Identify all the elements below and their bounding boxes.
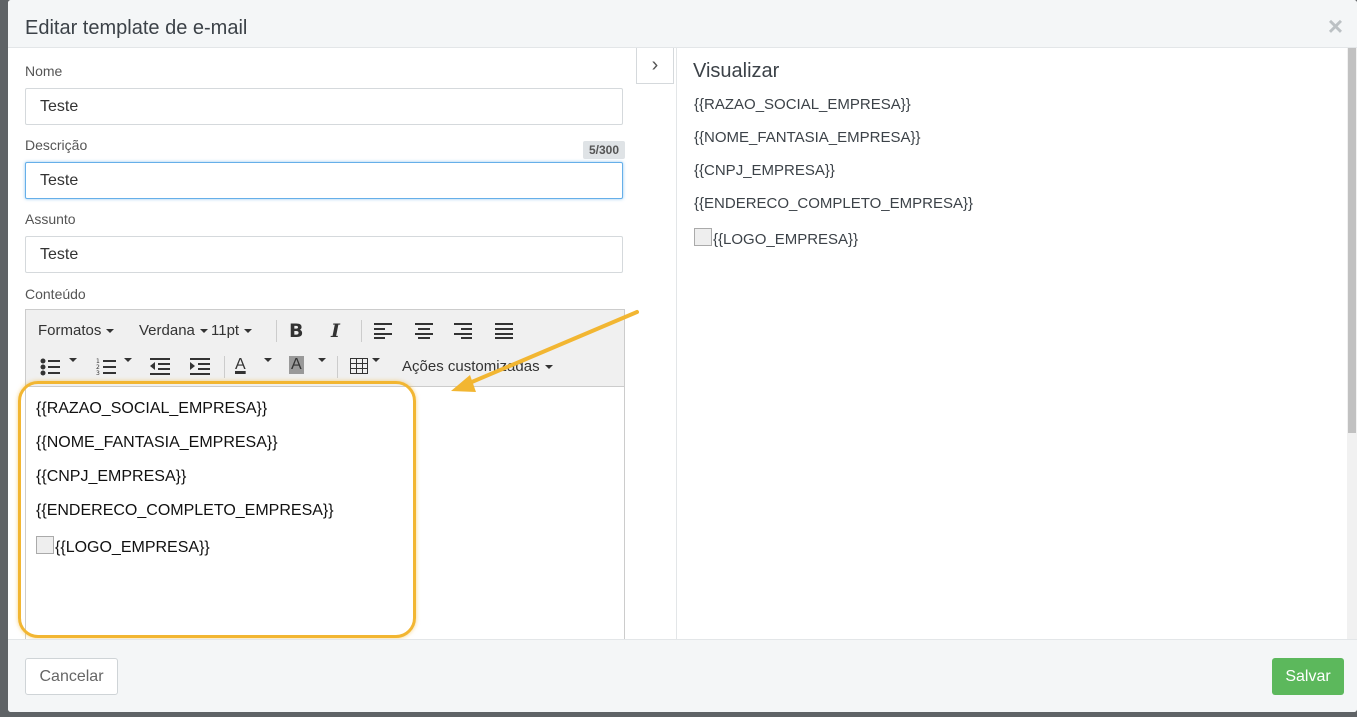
dialog-footer: Cancelar Salvar <box>8 639 1357 712</box>
scrollbar-thumb[interactable] <box>1348 48 1356 433</box>
preview-line: {{LOGO_EMPRESA}} <box>694 228 973 248</box>
preview-pane: Visualizar {{RAZAO_SOCIAL_EMPRESA}} {{NO… <box>693 48 1343 639</box>
preview-line: {{CNPJ_EMPRESA}} <box>694 162 835 179</box>
preview-logo-placeholder: {{LOGO_EMPRESA}} <box>713 231 859 248</box>
scrollbar[interactable] <box>1347 48 1357 639</box>
save-button[interactable]: Salvar <box>1272 658 1344 695</box>
preview-title: Visualizar <box>693 60 780 82</box>
preview-line: {{NOME_FANTASIA_EMPRESA}} <box>694 129 921 146</box>
edit-email-template-dialog: Editar template de e-mail × Nome Teste D… <box>8 0 1357 712</box>
broken-image-icon <box>694 228 712 246</box>
pane-divider <box>676 48 677 639</box>
preview-line: {{RAZAO_SOCIAL_EMPRESA}} <box>694 96 911 113</box>
chevron-right-icon[interactable]: › <box>636 48 674 84</box>
preview-content: {{RAZAO_SOCIAL_EMPRESA}} {{NOME_FANTASIA… <box>694 96 973 248</box>
cancel-button[interactable]: Cancelar <box>25 658 118 695</box>
preview-line: {{ENDERECO_COMPLETO_EMPRESA}} <box>694 195 973 212</box>
